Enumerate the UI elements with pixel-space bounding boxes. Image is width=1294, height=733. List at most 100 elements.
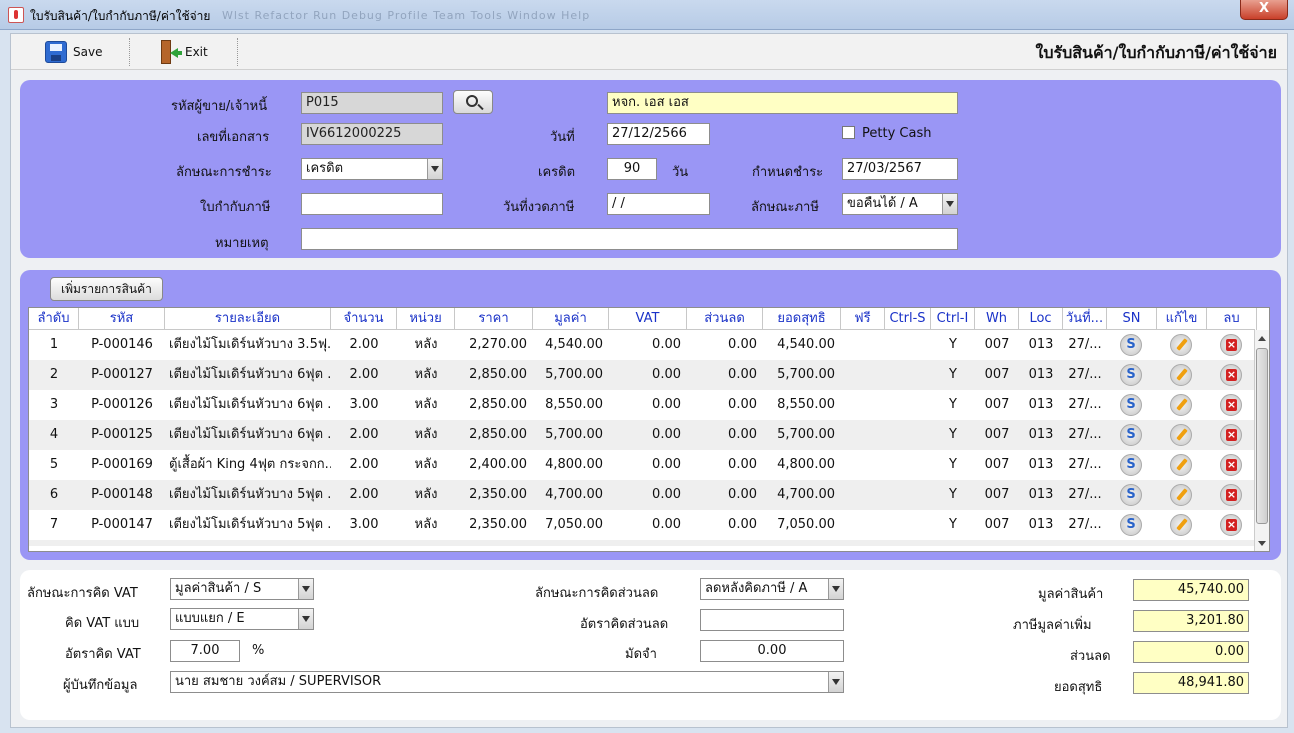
- save-button[interactable]: Save: [45, 38, 102, 66]
- scroll-up-icon[interactable]: [1255, 332, 1269, 346]
- doc-no-field[interactable]: IV6612000225: [301, 123, 443, 145]
- table-row-partial[interactable]: [29, 540, 1255, 546]
- table-row[interactable]: 5 P-000169 ตู้เสื้อผ้า King 4ฟุต กระจกก.. 2…: [29, 450, 1255, 480]
- serial-number-icon[interactable]: [1120, 514, 1142, 536]
- delete-icon[interactable]: [1220, 454, 1242, 476]
- edit-icon[interactable]: [1170, 364, 1192, 386]
- serial-number-icon[interactable]: [1120, 484, 1142, 506]
- column-header-date[interactable]: วันที่...: [1063, 308, 1107, 330]
- cell-item-code: P-000148: [91, 487, 153, 502]
- recorder-select[interactable]: นาย สมชาย วงค์สม / SUPERVISOR: [170, 671, 844, 693]
- tax-type-select[interactable]: ขอคืนได้ / A: [842, 193, 958, 215]
- cell-row-no: 5: [49, 457, 59, 472]
- cell-row-no: 1: [49, 337, 59, 352]
- discount-total-label: ส่วนลด: [1070, 649, 1111, 664]
- window-close-button[interactable]: X: [1240, 0, 1288, 20]
- column-header-ctrl-i[interactable]: Ctrl-I: [931, 308, 975, 330]
- delete-icon[interactable]: [1220, 334, 1242, 356]
- discount-rate-field[interactable]: [700, 609, 844, 631]
- column-header-unit[interactable]: หน่วย: [397, 308, 455, 330]
- due-date-field[interactable]: 27/03/2567: [842, 158, 958, 180]
- payment-type-select[interactable]: เครดิต: [301, 158, 443, 180]
- summary-panel: ลักษณะการคิด VAT มูลค่าสินค้า / S คิด VA…: [20, 570, 1281, 720]
- scroll-down-icon[interactable]: [1255, 536, 1269, 550]
- vendor-name-field[interactable]: หจก. เอส เอส: [607, 92, 958, 114]
- table-row[interactable]: 1 P-000146 เตียงไม้โมเดิร์นหัวบาง 3.5ฟุ. 2.…: [29, 330, 1255, 360]
- remark-field[interactable]: [301, 228, 958, 250]
- table-row[interactable]: 2 P-000127 เตียงไม้โมเดิร์นหัวบาง 6ฟุต . 2.…: [29, 360, 1255, 390]
- column-header-quantity[interactable]: จำนวน: [331, 308, 397, 330]
- cell-free: [841, 450, 885, 480]
- cell-net: 5,700.00: [777, 427, 835, 442]
- delete-icon[interactable]: [1220, 484, 1242, 506]
- add-item-button[interactable]: เพิ่มรายการสินค้า: [50, 277, 163, 301]
- cell-unit: หลัง: [414, 457, 438, 472]
- cell-date: 27/...: [1068, 487, 1102, 502]
- column-header-delete[interactable]: ลบ: [1207, 308, 1257, 330]
- exit-button[interactable]: Exit: [159, 38, 208, 66]
- serial-number-icon[interactable]: [1120, 394, 1142, 416]
- column-header-amount[interactable]: มูลค่า: [533, 308, 609, 330]
- column-header-item-code[interactable]: รหัส: [79, 308, 165, 330]
- cell-ctrl-s: [885, 450, 931, 480]
- serial-number-icon[interactable]: [1120, 424, 1142, 446]
- tax-period-field[interactable]: / /: [607, 193, 710, 215]
- cell-item-description: เตียงไม้โมเดิร์นหัวบาง 6ฟุต .: [169, 397, 331, 412]
- column-header-sn[interactable]: SN: [1107, 308, 1157, 330]
- serial-number-icon[interactable]: [1120, 334, 1142, 356]
- date-field[interactable]: 27/12/2566: [607, 123, 710, 145]
- table-row[interactable]: 6 P-000148 เตียงไม้โมเดิร์นหัวบาง 5ฟุต . 2.…: [29, 480, 1255, 510]
- cell-date: 27/...: [1068, 397, 1102, 412]
- edit-icon[interactable]: [1170, 424, 1192, 446]
- edit-icon[interactable]: [1170, 514, 1192, 536]
- recorder-value: นาย สมชาย วงค์สม / SUPERVISOR: [175, 674, 382, 689]
- column-header-discount[interactable]: ส่วนลด: [687, 308, 763, 330]
- table-vertical-scrollbar[interactable]: [1254, 330, 1269, 551]
- recorder-label: ผู้บันทึกข้อมูล: [63, 678, 138, 693]
- table-row[interactable]: 3 P-000126 เตียงไม้โมเดิร์นหัวบาง 6ฟุต . 3.…: [29, 390, 1255, 420]
- scrollbar-thumb[interactable]: [1256, 348, 1268, 524]
- column-header-net[interactable]: ยอดสุทธิ: [763, 308, 841, 330]
- petty-cash-checkbox[interactable]: [842, 126, 855, 139]
- column-header-location[interactable]: Loc: [1019, 308, 1063, 330]
- column-header-vat[interactable]: VAT: [609, 308, 687, 330]
- column-header-price[interactable]: ราคา: [455, 308, 533, 330]
- cell-item-description: ตู้เสื้อผ้า King 4ฟุต กระจกก..: [169, 457, 331, 472]
- column-header-warehouse[interactable]: Wh: [975, 308, 1019, 330]
- vat-calc-select[interactable]: มูลค่าสินค้า / S: [170, 578, 314, 600]
- cell-discount: 0.00: [728, 517, 757, 532]
- credit-days-field[interactable]: 90: [607, 158, 657, 180]
- delete-icon[interactable]: [1220, 394, 1242, 416]
- edit-icon[interactable]: [1170, 454, 1192, 476]
- tax-invoice-field[interactable]: [301, 193, 443, 215]
- delete-icon[interactable]: [1220, 514, 1242, 536]
- cell-net: 7,050.00: [777, 517, 835, 532]
- column-header-free[interactable]: ฟรี: [841, 308, 885, 330]
- vendor-search-button[interactable]: [453, 90, 493, 114]
- table-row[interactable]: 4 P-000125 เตียงไม้โมเดิร์นหัวบาง 6ฟุต . 2.…: [29, 420, 1255, 450]
- vat-mode-select[interactable]: แบบแยก / E: [170, 608, 314, 630]
- delete-icon[interactable]: [1220, 364, 1242, 386]
- discount-calc-select[interactable]: ลดหลังคิดภาษี / A: [700, 578, 844, 600]
- tax-invoice-label: ใบกำกับภาษี: [200, 200, 271, 215]
- delete-icon[interactable]: [1220, 424, 1242, 446]
- edit-icon[interactable]: [1170, 334, 1192, 356]
- column-header-row-no[interactable]: ลำดับ: [29, 308, 79, 330]
- cell-row-no: 6: [49, 487, 59, 502]
- vendor-code-field[interactable]: P015: [301, 92, 443, 114]
- cell-quantity: 2.00: [349, 457, 379, 472]
- deposit-field[interactable]: 0.00: [700, 640, 844, 662]
- edit-icon[interactable]: [1170, 394, 1192, 416]
- vat-rate-field[interactable]: 7.00: [170, 640, 240, 662]
- column-header-edit[interactable]: แก้ไข: [1157, 308, 1207, 330]
- chevron-down-icon: [427, 159, 442, 179]
- column-header-item-description[interactable]: รายละเอียด: [165, 308, 331, 330]
- serial-number-icon[interactable]: [1120, 364, 1142, 386]
- edit-icon[interactable]: [1170, 484, 1192, 506]
- serial-number-icon[interactable]: [1120, 454, 1142, 476]
- column-header-ctrl-s[interactable]: Ctrl-S: [885, 308, 931, 330]
- cell-ctrl-s: [885, 330, 931, 360]
- toolbar: Save Exit ใบรับสินค้า/ใบกำกับภาษี/ค่าใช้…: [11, 34, 1287, 70]
- cell-price: 2,400.00: [469, 457, 527, 472]
- table-row[interactable]: 7 P-000147 เตียงไม้โมเดิร์นหัวบาง 5ฟุต . 3.…: [29, 510, 1255, 540]
